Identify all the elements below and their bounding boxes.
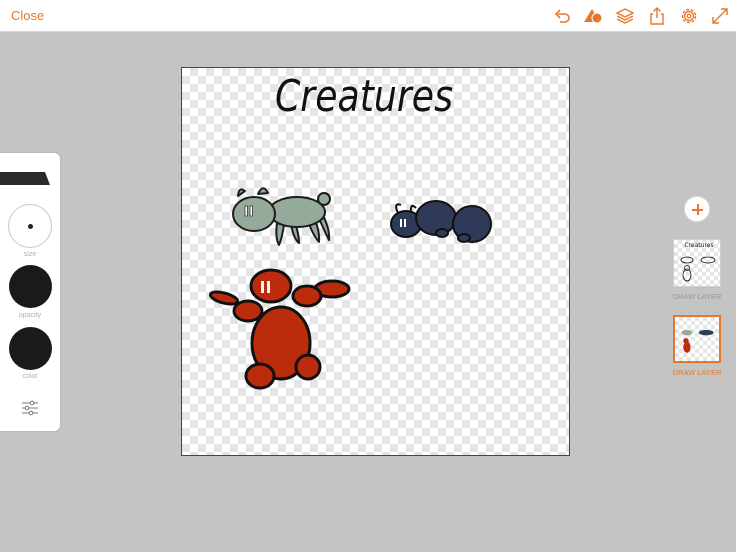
share-icon[interactable]	[646, 5, 668, 27]
size-label: size	[23, 251, 37, 258]
fullscreen-icon[interactable]	[709, 5, 731, 27]
canvas-artwork: Creatures	[208, 71, 492, 390]
layer-1-preview: Creatures	[680, 242, 716, 282]
add-layer-button[interactable]	[684, 196, 710, 222]
opacity-control[interactable]	[9, 265, 52, 308]
layer-2-label: DRAW LAYER	[672, 368, 722, 377]
settings-icon[interactable]	[678, 5, 700, 27]
color-swatch[interactable]	[9, 327, 52, 370]
layers-icon[interactable]	[614, 5, 636, 27]
brush-settings-icon[interactable]	[20, 399, 40, 417]
undo-icon[interactable]	[551, 5, 573, 27]
brush-size-control[interactable]	[8, 204, 52, 248]
layer-thumbnail-1[interactable]: Creatures	[673, 239, 721, 287]
shape-icon[interactable]	[583, 5, 605, 27]
green-creature	[232, 187, 331, 246]
top-toolbar: Close	[0, 0, 736, 32]
drawing-canvas[interactable]: Creatures	[181, 67, 570, 456]
navy-creature	[390, 200, 492, 243]
red-creature	[208, 268, 351, 390]
canvas-title: Creatures	[275, 71, 453, 122]
brush-tip-icon[interactable]	[0, 170, 50, 186]
color-label: color	[22, 373, 38, 380]
brush-tool-panel: size opacity color	[0, 153, 60, 431]
layer-1-label: DRAW LAYER	[672, 292, 722, 301]
layer-2-preview	[681, 329, 714, 353]
layer-1-title: Creatures	[684, 242, 713, 249]
opacity-label: opacity	[18, 312, 42, 319]
close-button[interactable]: Close	[11, 8, 44, 23]
layer-thumbnail-2[interactable]	[673, 315, 721, 363]
